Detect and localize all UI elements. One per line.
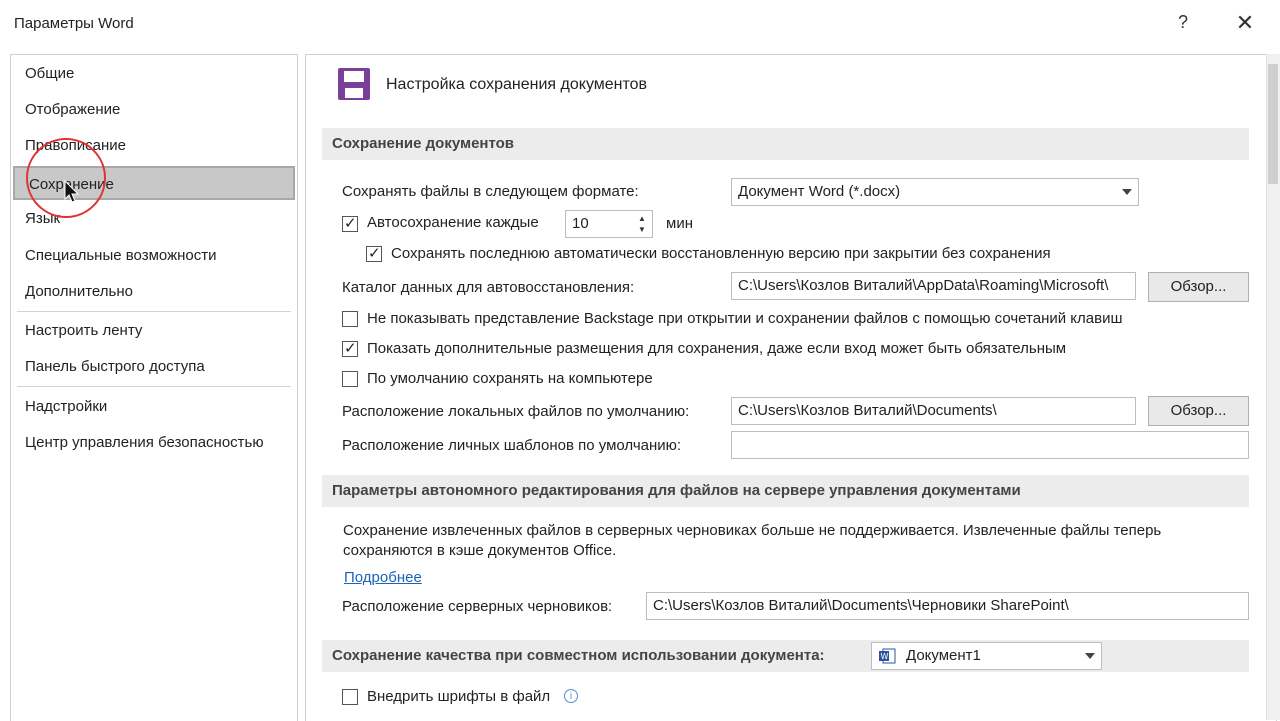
autorecover-label: Каталог данных для автовосстановления:: [342, 279, 635, 296]
info-icon[interactable]: i: [564, 689, 578, 703]
section-title: Параметры автономного редактирования для…: [332, 482, 1021, 499]
page-title: Настройка сохранения документов: [386, 76, 648, 93]
sidebar-item-trust-center[interactable]: Центр управления безопасностью: [11, 426, 295, 460]
section-title: Сохранение качества при совместном испол…: [332, 647, 825, 664]
embed-fonts-label: Внедрить шрифты в файл: [367, 688, 551, 705]
local-location-label: Расположение локальных файлов по умолчан…: [342, 403, 690, 420]
chevron-down-icon: [1085, 653, 1095, 659]
sidebar-item-display[interactable]: Отображение: [11, 93, 295, 127]
autosave-checkbox[interactable]: [342, 214, 358, 232]
no-backstage-checkbox[interactable]: [342, 311, 358, 327]
document-value: Документ1: [906, 647, 981, 664]
autosave-minutes-value: 10: [572, 215, 589, 232]
local-location-input[interactable]: C:\Users\Козлов Виталий\Documents\: [731, 397, 1136, 425]
templates-location-input[interactable]: [731, 431, 1249, 459]
document-dropdown[interactable]: W Документ1: [871, 642, 1102, 670]
server-drafts-input[interactable]: C:\Users\Козлов Виталий\Documents\Чернов…: [646, 592, 1249, 620]
sidebar-divider: [17, 311, 291, 312]
sidebar-item-general[interactable]: Общие: [11, 57, 295, 91]
section-title: Сохранение документов: [332, 135, 515, 152]
sidebar-item-accessibility[interactable]: Специальные возможности: [11, 239, 295, 273]
save-to-computer-checkbox[interactable]: [342, 371, 358, 387]
templates-location-label: Расположение личных шаблонов по умолчани…: [342, 437, 682, 454]
autosave-minutes-stepper[interactable]: 10 ▲ ▼: [565, 210, 653, 238]
sidebar-item-quick-access[interactable]: Панель быстрого доступа: [11, 350, 295, 384]
sidebar-divider: [17, 386, 291, 387]
no-backstage-label: Не показывать представление Backstage пр…: [367, 310, 1123, 327]
format-value: Документ Word (*.docx): [738, 183, 901, 200]
keep-last-version-checkbox[interactable]: [366, 244, 382, 262]
help-button[interactable]: ?: [1172, 12, 1194, 36]
title-bar: Параметры Word ? ✕: [0, 0, 1280, 48]
window-title: Параметры Word: [14, 15, 134, 32]
section-header-save-docs: Сохранение документов: [322, 128, 1249, 160]
close-button[interactable]: ✕: [1232, 10, 1258, 38]
save-to-computer-label: По умолчанию сохранять на компьютере: [367, 370, 653, 387]
sidebar-item-customize-ribbon[interactable]: Настроить ленту: [11, 314, 295, 348]
svg-text:W: W: [881, 652, 889, 661]
word-document-icon: W: [879, 648, 896, 664]
sidebar-item-addins[interactable]: Надстройки: [11, 390, 295, 424]
autorecover-path-input[interactable]: C:\Users\Козлов Виталий\AppData\Roaming\…: [731, 272, 1136, 300]
format-dropdown[interactable]: Документ Word (*.docx): [731, 178, 1139, 206]
sidebar-item-advanced[interactable]: Дополнительно: [11, 275, 295, 309]
show-extra-locations-label: Показать дополнительные размещения для с…: [367, 340, 1067, 357]
browse-autorecover-button[interactable]: Обзор...: [1148, 272, 1249, 302]
embed-fonts-checkbox[interactable]: [342, 689, 358, 705]
mouse-cursor-icon: [64, 180, 80, 203]
show-extra-locations-checkbox[interactable]: [342, 339, 358, 357]
section-header-offline: Параметры автономного редактирования для…: [322, 475, 1249, 507]
spin-buttons[interactable]: ▲ ▼: [636, 213, 648, 235]
server-drafts-label: Расположение серверных черновиков:: [342, 598, 613, 615]
cursor-highlight-ring: [26, 138, 106, 218]
more-info-link[interactable]: Подробнее: [344, 569, 422, 586]
offline-description: Сохранение извлеченных файлов в серверны…: [343, 522, 1162, 559]
browse-local-button[interactable]: Обзор...: [1148, 396, 1249, 426]
spin-up-icon[interactable]: ▲: [636, 213, 648, 224]
section-header-fidelity: Сохранение качества при совместном испол…: [322, 640, 1249, 672]
keep-last-version-label: Сохранять последнюю автоматически восста…: [391, 245, 1051, 262]
format-label: Сохранять файлы в следующем формате:: [342, 183, 639, 200]
floppy-disk-icon: [338, 68, 370, 100]
chevron-down-icon: [1122, 189, 1132, 195]
autosave-unit: мин: [666, 215, 693, 232]
scrollbar-thumb[interactable]: [1268, 64, 1278, 184]
spin-down-icon[interactable]: ▼: [636, 224, 648, 235]
autosave-label: Автосохранение каждые: [367, 214, 539, 231]
